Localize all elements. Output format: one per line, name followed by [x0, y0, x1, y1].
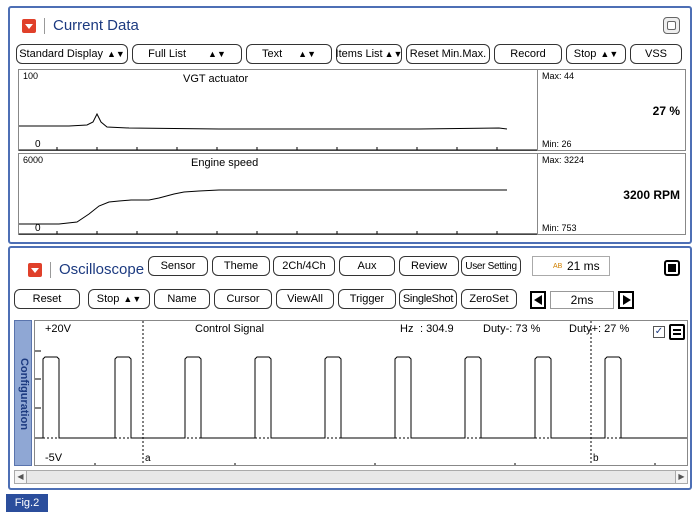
fullscreen-icon[interactable]: [664, 260, 680, 276]
cursor-a-label: a: [145, 453, 151, 464]
updown-icon: ▲▼: [123, 294, 142, 304]
vgt-side-panel: Max: 44 27 % Min: 26: [537, 70, 686, 150]
record-label: Record: [510, 48, 546, 60]
current-data-title: Current Data: [44, 18, 139, 34]
name-button[interactable]: Name: [154, 289, 210, 309]
user-setting-label: User Setting: [465, 260, 517, 272]
engine-speed-side-panel: Max: 3224 3200 RPM Min: 753: [537, 154, 686, 234]
trigger-button[interactable]: Trigger: [338, 289, 396, 309]
record-button[interactable]: Record: [494, 44, 562, 64]
standard-display-label: Standard Display: [19, 48, 103, 60]
updown-icon: ▲▼: [298, 49, 316, 59]
y-top-label: +20V: [45, 323, 71, 335]
aux-label: Aux: [357, 260, 377, 272]
updown-icon: ▲▼: [106, 49, 125, 59]
viewall-label: ViewAll: [287, 293, 323, 305]
timescale-decrease-button[interactable]: [530, 291, 546, 309]
current-value: 27 %: [652, 104, 680, 118]
trigger-label: Trigger: [349, 293, 385, 305]
cursor-button[interactable]: Cursor: [214, 289, 272, 309]
oscilloscope-title: Oscilloscope: [50, 262, 144, 278]
cursor-label: Cursor: [226, 293, 260, 305]
viewall-button[interactable]: ViewAll: [276, 289, 334, 309]
text-label: Text: [261, 48, 283, 60]
hz-value: : 304.9: [420, 323, 454, 335]
channel-menu-icon[interactable]: [669, 324, 685, 340]
oscilloscope-panel: Oscilloscope Sensor Theme 2Ch/4Ch Aux Re…: [8, 246, 692, 490]
engine-speed-trace: [19, 189, 537, 235]
figure-label: Fig.2: [6, 494, 48, 512]
time-badge-value: 21 ms: [567, 259, 600, 273]
channel-toggle-button[interactable]: 2Ch/4Ch: [273, 256, 335, 276]
review-button[interactable]: Review: [399, 256, 459, 276]
vss-button[interactable]: VSS: [630, 44, 682, 64]
ab-icon: AB: [553, 262, 563, 270]
items-list-label: Items List: [335, 48, 383, 60]
full-list-label: Full List: [148, 48, 187, 60]
window-restore-icon[interactable]: [663, 17, 680, 34]
name-label: Name: [167, 293, 197, 305]
vgt-actuator-trace: [19, 112, 537, 151]
configuration-tab[interactable]: Configuration: [14, 320, 32, 466]
max-value: Max: 3224: [542, 155, 585, 165]
scope-waveform: [35, 321, 687, 465]
stop-label: Stop: [96, 293, 120, 305]
engine-speed-graph: 6000 0 Engine speed Max: 3224 3200 RPM M…: [18, 153, 686, 235]
sensor-label: Sensor: [160, 260, 196, 272]
items-list-select[interactable]: Items List ▲▼: [336, 44, 402, 64]
duty-minus: Duty-: 73 %: [483, 323, 541, 335]
vgt-actuator-graph: 100 0 VGT actuator Max: 44 27 % Min: 26: [18, 69, 686, 151]
updown-icon: ▲▼: [208, 49, 226, 59]
min-value: Min: 26: [542, 139, 572, 149]
left-arrow-icon: [534, 295, 542, 305]
aux-button[interactable]: Aux: [339, 256, 395, 276]
reset-label: Reset: [32, 293, 62, 305]
collapse-icon[interactable]: [28, 263, 42, 277]
theme-button[interactable]: Theme: [212, 256, 270, 276]
channel-toggle-label: 2Ch/4Ch: [282, 260, 326, 272]
zeroset-button[interactable]: ZeroSet: [461, 289, 517, 309]
timescale-increase-button[interactable]: [618, 291, 634, 309]
y-bottom-label: -5V: [45, 452, 63, 464]
full-list-select[interactable]: Full List ▲▼: [132, 44, 242, 64]
review-label: Review: [410, 260, 448, 272]
stop-label: Stop: [573, 48, 597, 60]
duty-plus: Duty+: 27 %: [569, 323, 630, 335]
singleshot-button[interactable]: SingleShot: [399, 289, 457, 309]
hz-label: Hz: [400, 323, 414, 335]
signal-name: Control Signal: [195, 323, 265, 335]
sensor-button[interactable]: Sensor: [148, 256, 208, 276]
updown-icon: ▲▼: [600, 49, 619, 59]
channel-checkbox[interactable]: ✓: [653, 326, 665, 338]
stop-select[interactable]: Stop ▲▼: [88, 289, 150, 309]
updown-icon: ▲▼: [384, 49, 403, 59]
text-select[interactable]: Text ▲▼: [246, 44, 332, 64]
configuration-tab-label: Configuration: [18, 357, 30, 431]
standard-display-select[interactable]: Standard Display ▲▼: [16, 44, 128, 64]
time-badge: AB 21 ms: [532, 256, 610, 276]
reset-button[interactable]: Reset: [14, 289, 80, 309]
scope-plot: +20V -5V Control Signal Hz : 304.9 Duty-…: [34, 320, 688, 466]
stop-select[interactable]: Stop ▲▼: [566, 44, 626, 64]
reset-minmax-label: Reset Min.Max.: [409, 48, 487, 60]
right-arrow-icon: [623, 295, 631, 305]
scroll-right-icon[interactable]: ▶: [675, 471, 687, 483]
cursor-b-label: b: [593, 453, 599, 464]
user-setting-button[interactable]: User Setting: [461, 256, 521, 276]
reset-minmax-button[interactable]: Reset Min.Max.: [406, 44, 490, 64]
current-data-titlebar: Current Data: [22, 18, 139, 34]
scroll-left-icon[interactable]: ◀: [15, 471, 27, 483]
collapse-icon[interactable]: [22, 19, 36, 33]
max-value: Max: 44: [542, 71, 575, 81]
zeroset-label: ZeroSet: [469, 293, 509, 305]
singleshot-label: SingleShot: [402, 293, 454, 305]
oscilloscope-titlebar: Oscilloscope: [28, 262, 144, 278]
timescale-display: 2ms: [550, 291, 614, 309]
vss-label: VSS: [644, 48, 667, 60]
current-data-panel: Current Data Standard Display ▲▼ Full Lis…: [8, 6, 692, 244]
theme-label: Theme: [223, 260, 259, 272]
min-value: Min: 753: [542, 223, 577, 233]
horizontal-scrollbar[interactable]: ◀ ▶: [14, 470, 688, 484]
current-value: 3200 RPM: [623, 188, 680, 202]
